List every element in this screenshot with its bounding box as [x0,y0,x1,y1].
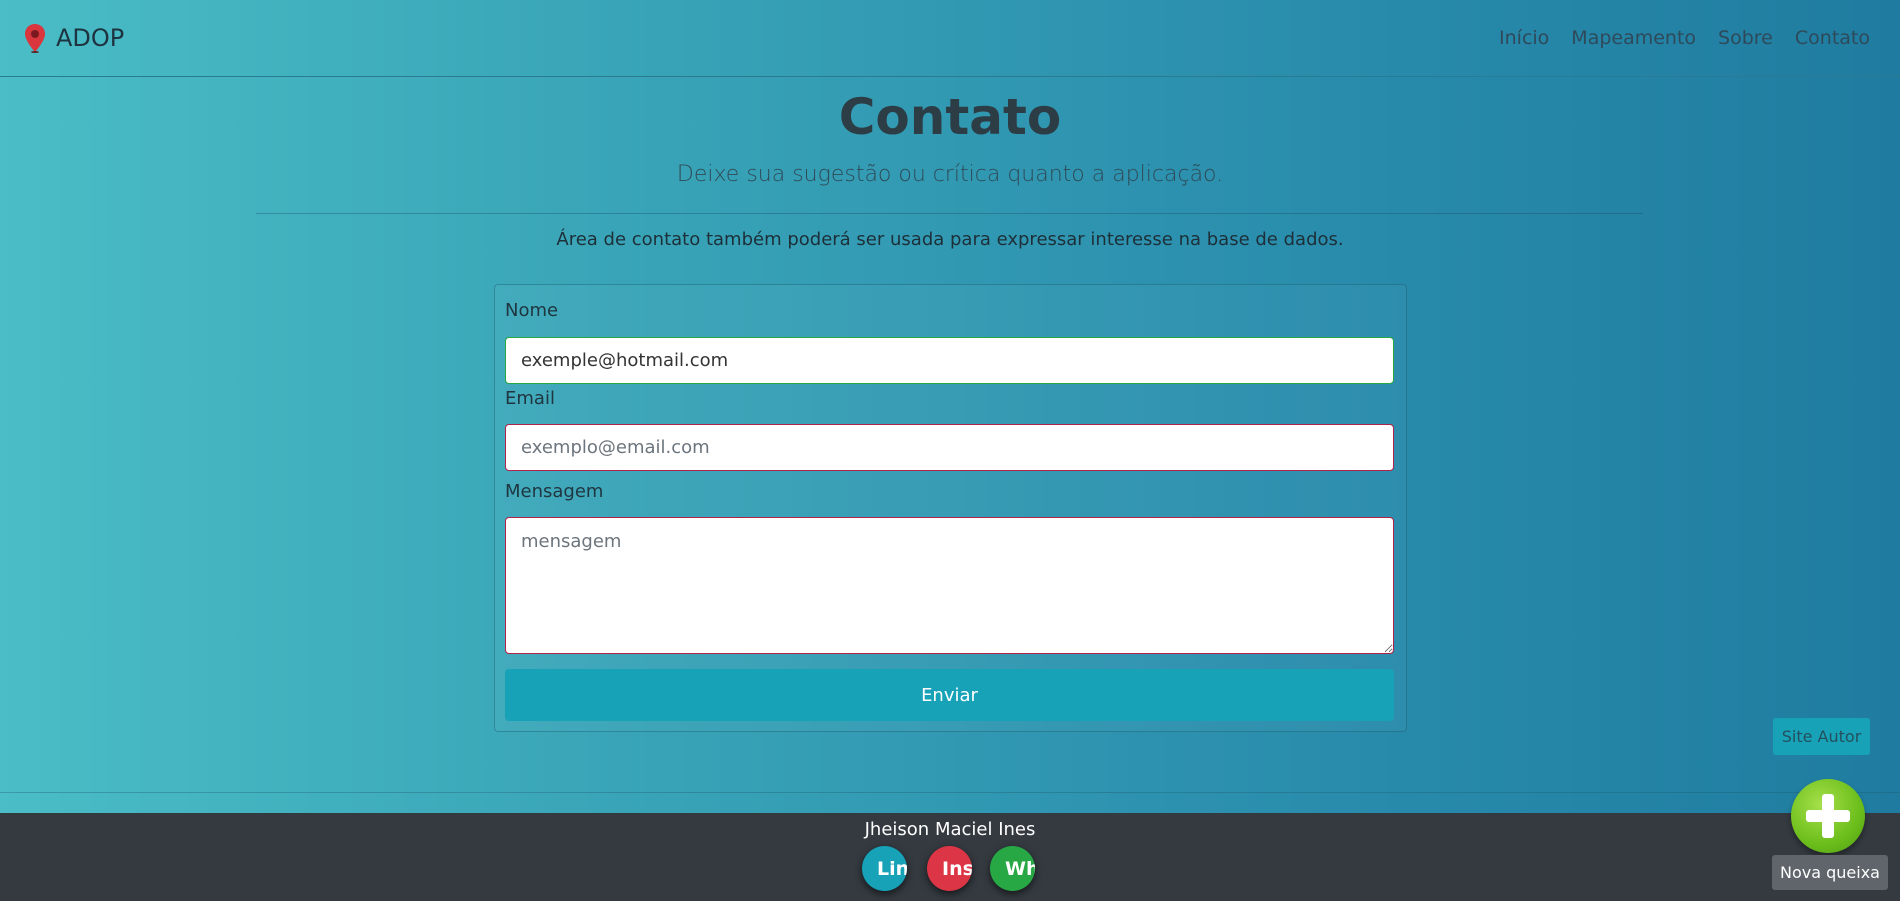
name-field[interactable] [505,337,1394,384]
email-label: Email [505,388,555,409]
contact-form: Nome Email Mensagem Enviar [494,284,1407,732]
nav-link-sobre[interactable]: Sobre [1718,27,1773,49]
page-note: Área de contato também poderá ser usada … [556,229,1344,250]
name-label: Nome [505,300,559,321]
nav-links: Início Mapeamento Sobre Contato [1477,27,1870,49]
new-complaint-label: Nova queixa [1772,855,1888,890]
page-title: Contato [838,88,1062,146]
submit-button[interactable]: Enviar [505,669,1394,721]
instagram-button[interactable]: Instagram [927,846,972,891]
linkedin-button[interactable]: Linkedin [862,846,907,891]
brand[interactable]: ADOP [24,23,124,53]
whatsapp-button[interactable]: WhatsApp [990,846,1035,891]
plus-icon [1806,794,1850,838]
page-lead: Deixe sua sugestão ou crítica quanto a a… [676,162,1224,187]
email-field[interactable] [505,424,1394,471]
divider [256,213,1643,214]
nav-link-contato[interactable]: Contato [1795,27,1870,49]
map-pin-icon [25,24,45,53]
brand-name: ADOP [56,24,125,52]
footer-author: Jheison Maciel Ines [864,819,1036,840]
message-field[interactable] [505,517,1394,654]
nav-link-inicio[interactable]: Início [1499,27,1549,49]
message-label: Mensagem [505,481,604,502]
site-autor-button[interactable]: Site Autor [1773,718,1870,755]
new-complaint-button[interactable] [1791,779,1865,853]
section-divider [0,792,1900,793]
nav-link-mapeamento[interactable]: Mapeamento [1571,27,1696,49]
navbar: ADOP Início Mapeamento Sobre Contato [0,0,1900,77]
footer: Jheison Maciel Ines Linkedin Instagram W… [0,813,1900,901]
